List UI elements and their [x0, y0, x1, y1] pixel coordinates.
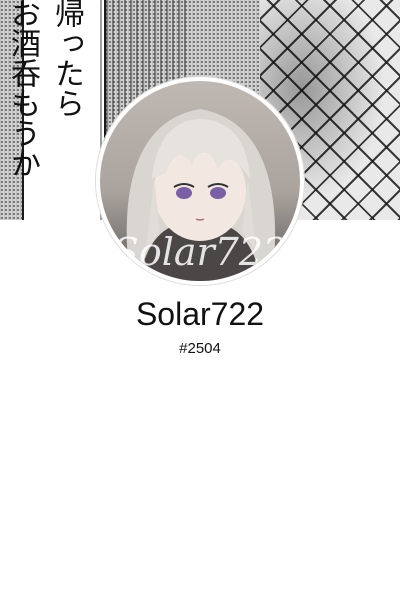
speech-bubble-text: 帰ったら お酒呑もうか: [5, 0, 84, 178]
avatar-illustration: Solar722: [113, 109, 287, 281]
avatar-watermark: Solar722: [113, 230, 287, 274]
username: Solar722: [135, 296, 265, 332]
avatar[interactable]: Solar722: [96, 77, 304, 285]
user-tag: #2504: [179, 340, 221, 357]
